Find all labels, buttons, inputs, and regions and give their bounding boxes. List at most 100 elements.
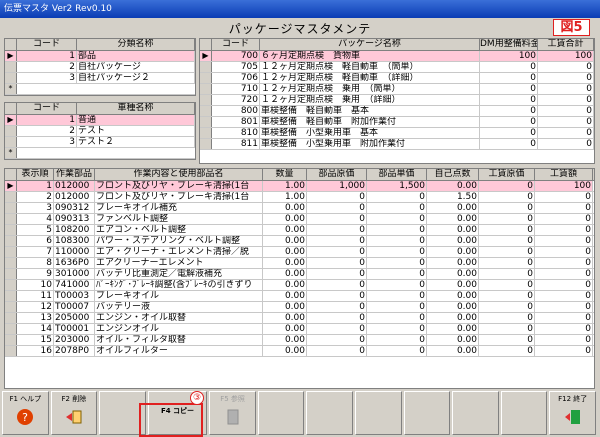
table-row[interactable]: 2 012000 フロント及びリヤ・ブレーキ清掃(1台 1.00 0 0 1.50 0 0 bbox=[5, 192, 594, 203]
table-row[interactable]: 8 1636P0 エアクリーナーエレメント 0.00 0 0 0.00 0 0 bbox=[5, 258, 594, 269]
code-cell[interactable]: 2 bbox=[17, 62, 77, 72]
code-cell[interactable]: 710 bbox=[212, 84, 260, 94]
points-cell[interactable]: 0.00 bbox=[427, 203, 479, 213]
part-price-cell[interactable]: 1,500 bbox=[367, 181, 427, 191]
points-cell[interactable]: 0.00 bbox=[427, 269, 479, 279]
table-row[interactable]: 3 090312 ブレーキオイル補充 0.00 0 0 0.00 0 0 bbox=[5, 203, 594, 214]
part-cost-cell[interactable]: 0 bbox=[307, 214, 367, 224]
part-code-cell[interactable]: 090312 bbox=[54, 203, 95, 213]
table-row[interactable]: 811 車検整備 小型乗用車 附加作業付 0 0 bbox=[200, 139, 594, 150]
part-cost-cell[interactable]: 0 bbox=[307, 291, 367, 301]
dm-fee-cell[interactable]: 0 bbox=[480, 106, 538, 116]
table-row[interactable]: ▶ 1 部品 bbox=[5, 51, 195, 62]
part-price-cell[interactable]: 0 bbox=[367, 225, 427, 235]
table-row[interactable]: ▶ 1 012000 フロント及びリヤ・ブレーキ清掃(1台 1.00 1,000 1,500… bbox=[5, 181, 594, 192]
description-cell[interactable]: エアコン・ベルト調整 bbox=[95, 225, 263, 235]
labor-cost-cell[interactable]: 0 bbox=[479, 192, 535, 202]
table-row[interactable]: ▶ 700 ６ヶ月定期点検 貨物車 100 100 bbox=[200, 51, 594, 62]
labor-cost-cell[interactable]: 0 bbox=[479, 258, 535, 268]
labor-cost-cell[interactable]: 0 bbox=[479, 203, 535, 213]
part-cost-cell[interactable]: 0 bbox=[307, 269, 367, 279]
description-cell[interactable]: パワー・ステアリング・ベルト調整 bbox=[95, 236, 263, 246]
dm-fee-cell[interactable]: 0 bbox=[480, 139, 538, 149]
labor-amount-cell[interactable]: 0 bbox=[535, 280, 593, 290]
qty-cell[interactable]: 0.00 bbox=[263, 346, 307, 356]
table-row[interactable]: 10 741000 ﾊﾟｰｷﾝｸﾞ･ﾌﾞﾚｰｷ調整(含ﾌﾞﾚｰｷの引きずり 0.00 0… bbox=[5, 280, 594, 291]
table-row[interactable]: 706 １２ヶ月定期点検 軽自動車 （詳細） 0 0 bbox=[200, 73, 594, 84]
part-price-cell[interactable]: 0 bbox=[367, 302, 427, 312]
order-cell[interactable]: 4 bbox=[17, 214, 54, 224]
name-cell[interactable]: 車検整備 軽自動車 基本 bbox=[260, 106, 480, 116]
points-cell[interactable]: 0.00 bbox=[427, 335, 479, 345]
part-cost-cell[interactable]: 0 bbox=[307, 346, 367, 356]
part-price-cell[interactable]: 0 bbox=[367, 247, 427, 257]
qty-cell[interactable]: 0.00 bbox=[263, 269, 307, 279]
labor-amount-cell[interactable]: 0 bbox=[535, 313, 593, 323]
qty-cell[interactable]: 0.00 bbox=[263, 247, 307, 257]
table-row[interactable]: 720 １２ヶ月定期点検 乗用 （詳細） 0 0 bbox=[200, 95, 594, 106]
table-row[interactable]: 3 テスト２ bbox=[5, 137, 195, 148]
description-cell[interactable]: ファンベルト調整 bbox=[95, 214, 263, 224]
labor-amount-cell[interactable]: 0 bbox=[535, 269, 593, 279]
labor-cost-cell[interactable]: 0 bbox=[479, 214, 535, 224]
code-cell[interactable]: 800 bbox=[212, 106, 260, 116]
table-row[interactable]: 2 自社パッケージ bbox=[5, 62, 195, 73]
part-cost-cell[interactable]: 0 bbox=[307, 335, 367, 345]
labor-amount-cell[interactable]: 0 bbox=[535, 291, 593, 301]
order-cell[interactable]: 6 bbox=[17, 236, 54, 246]
part-code-cell[interactable]: 108200 bbox=[54, 225, 95, 235]
labor-amount-cell[interactable]: 100 bbox=[535, 181, 593, 191]
labor-total-cell[interactable]: 0 bbox=[538, 73, 594, 83]
part-code-cell[interactable]: 1636P0 bbox=[54, 258, 95, 268]
part-code-cell[interactable]: 301000 bbox=[54, 269, 95, 279]
labor-amount-cell[interactable]: 0 bbox=[535, 346, 593, 356]
labor-total-cell[interactable]: 0 bbox=[538, 117, 594, 127]
description-cell[interactable]: オイル・フィルタ取替 bbox=[95, 335, 263, 345]
reference-button[interactable]: F5 参照 bbox=[209, 391, 256, 435]
name-cell[interactable]: ６ヶ月定期点検 貨物車 bbox=[260, 51, 480, 61]
labor-amount-cell[interactable]: 0 bbox=[535, 225, 593, 235]
table-row[interactable]: 705 １２ヶ月定期点検 軽自動車 （簡単） 0 0 bbox=[200, 62, 594, 73]
table-row[interactable]: 5 108200 エアコン・ベルト調整 0.00 0 0 0.00 0 0 bbox=[5, 225, 594, 236]
name-cell[interactable]: テスト２ bbox=[77, 137, 195, 147]
points-cell[interactable]: 0.00 bbox=[427, 302, 479, 312]
labor-amount-cell[interactable]: 0 bbox=[535, 335, 593, 345]
code-cell[interactable]: 810 bbox=[212, 128, 260, 138]
points-cell[interactable]: 0.00 bbox=[427, 313, 479, 323]
labor-cost-cell[interactable]: 0 bbox=[479, 236, 535, 246]
order-cell[interactable]: 15 bbox=[17, 335, 54, 345]
qty-cell[interactable]: 0.00 bbox=[263, 280, 307, 290]
order-cell[interactable]: 5 bbox=[17, 225, 54, 235]
qty-cell[interactable]: 0.00 bbox=[263, 313, 307, 323]
part-code-cell[interactable]: 108300 bbox=[54, 236, 95, 246]
part-price-cell[interactable]: 0 bbox=[367, 203, 427, 213]
labor-cost-cell[interactable]: 0 bbox=[479, 225, 535, 235]
table-row[interactable]: 710 １２ヶ月定期点検 乗用 （簡単） 0 0 bbox=[200, 84, 594, 95]
labor-amount-cell[interactable]: 0 bbox=[535, 203, 593, 213]
labor-cost-cell[interactable]: 0 bbox=[479, 313, 535, 323]
code-cell[interactable]: 801 bbox=[212, 117, 260, 127]
description-cell[interactable]: ﾊﾟｰｷﾝｸﾞ･ﾌﾞﾚｰｷ調整(含ﾌﾞﾚｰｷの引きずり bbox=[95, 280, 263, 290]
part-code-cell[interactable]: T00007 bbox=[54, 302, 95, 312]
table-row[interactable]: 12 T00007 バッテリー液 0.00 0 0 0.00 0 0 bbox=[5, 302, 594, 313]
qty-cell[interactable]: 0.00 bbox=[263, 214, 307, 224]
labor-total-cell[interactable]: 0 bbox=[538, 84, 594, 94]
table-row[interactable]: 11 T00003 ブレーキオイル 0.00 0 0 0.00 0 0 bbox=[5, 291, 594, 302]
name-cell[interactable]: 車検整備 小型乗用車 附加作業付 bbox=[260, 139, 480, 149]
part-price-cell[interactable]: 0 bbox=[367, 269, 427, 279]
name-cell[interactable]: １２ヶ月定期点検 乗用 （詳細） bbox=[260, 95, 480, 105]
qty-cell[interactable]: 1.00 bbox=[263, 181, 307, 191]
part-price-cell[interactable]: 0 bbox=[367, 313, 427, 323]
table-row[interactable]: 4 090313 ファンベルト調整 0.00 0 0 0.00 0 0 bbox=[5, 214, 594, 225]
code-cell[interactable]: 811 bbox=[212, 139, 260, 149]
table-row[interactable]: 14 T00001 エンジンオイル 0.00 0 0 0.00 0 0 bbox=[5, 324, 594, 335]
dm-fee-cell[interactable]: 0 bbox=[480, 73, 538, 83]
description-cell[interactable]: フロント及びリヤ・ブレーキ清掃(1台 bbox=[95, 192, 263, 202]
category-grid[interactable]: コード 分類名称 ▶ 1 部品 2 自社パッケージ 3 自社パッケージ２ * bbox=[4, 38, 196, 96]
description-cell[interactable]: フロント及びリヤ・ブレーキ清掃(1台 bbox=[95, 181, 263, 191]
labor-amount-cell[interactable]: 0 bbox=[535, 214, 593, 224]
part-cost-cell[interactable]: 0 bbox=[307, 192, 367, 202]
code-cell[interactable]: 720 bbox=[212, 95, 260, 105]
description-cell[interactable]: エンジンオイル bbox=[95, 324, 263, 334]
code-cell[interactable]: 3 bbox=[17, 137, 77, 147]
